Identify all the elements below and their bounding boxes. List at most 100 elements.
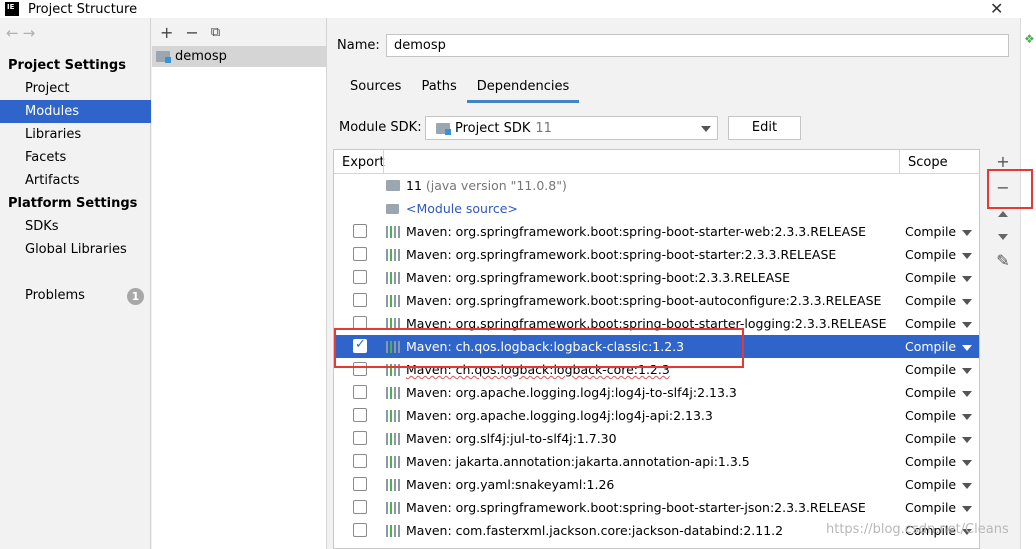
tab-dependencies[interactable]: Dependencies [466, 76, 580, 103]
export-checkbox[interactable] [353, 270, 367, 284]
export-checkbox[interactable] [353, 408, 367, 422]
chevron-down-icon[interactable] [962, 391, 972, 397]
export-checkbox[interactable] [353, 293, 367, 307]
add-module-icon[interactable]: + [160, 23, 173, 42]
table-row[interactable]: Maven: org.springframework.boot:spring-b… [334, 496, 979, 519]
edit-sdk-button[interactable]: Edit [728, 116, 801, 140]
module-details-panel: Name: demosp Sources Paths Dependencies … [328, 18, 1020, 549]
chevron-down-icon[interactable] [962, 414, 972, 420]
table-header: Export Scope [334, 150, 979, 174]
table-row[interactable]: Maven: org.apache.logging.log4j:log4j-ap… [334, 404, 979, 427]
module-tree-panel: + − ⧉ demosp [152, 18, 327, 549]
back-arrow-icon[interactable]: ← [6, 24, 23, 42]
export-checkbox[interactable] [353, 477, 367, 491]
export-checkbox[interactable] [353, 385, 367, 399]
scope-value[interactable]: Compile [905, 293, 956, 308]
table-row[interactable]: Maven: org.yaml:snakeyaml:1.26 Compile [334, 473, 979, 496]
table-row[interactable]: Maven: org.springframework.boot:spring-b… [334, 312, 979, 335]
export-checkbox[interactable] [353, 431, 367, 445]
chevron-down-icon[interactable] [962, 253, 972, 259]
maven-library-icon [386, 525, 402, 537]
export-checkbox[interactable] [353, 523, 367, 537]
scope-column-header[interactable]: Scope [908, 155, 948, 170]
export-checkbox[interactable] [353, 337, 367, 353]
chevron-down-icon[interactable] [962, 230, 972, 236]
scope-value[interactable]: Compile [905, 477, 956, 492]
module-sdk-version: 11 [535, 120, 552, 136]
tab-sources[interactable]: Sources [340, 76, 411, 103]
dependency-name: Maven: org.apache.logging.log4j:log4j-ap… [406, 408, 713, 423]
scope-value[interactable]: Compile [905, 500, 956, 515]
dependency-name: Maven: com.fasterxml.jackson.core:jackso… [406, 523, 784, 538]
table-row[interactable]: Maven: org.slf4j:jul-to-slf4j:1.7.30 Comp… [334, 427, 979, 450]
maven-library-icon [386, 226, 402, 238]
module-source-row[interactable]: <Module source> [334, 197, 979, 220]
sidebar-item-global-libraries[interactable]: Global Libraries [0, 238, 151, 261]
chevron-down-icon[interactable] [962, 368, 972, 374]
tab-paths[interactable]: Paths [411, 76, 466, 103]
export-column-header[interactable]: Export [342, 155, 385, 170]
copy-module-icon[interactable]: ⧉ [211, 25, 220, 40]
table-row[interactable]: Maven: jakarta.annotation:jakarta.annota… [334, 450, 979, 473]
dependencies-table: Export Scope 11 (java version "11.0.8") … [333, 149, 980, 549]
sidebar-item-modules[interactable]: Modules [0, 100, 151, 123]
add-dependency-button[interactable]: + [992, 151, 1014, 173]
scope-value[interactable]: Compile [905, 385, 956, 400]
export-checkbox[interactable] [353, 224, 367, 238]
scope-value[interactable]: Compile [905, 224, 956, 239]
maven-library-icon [386, 456, 402, 468]
chevron-down-icon[interactable] [962, 483, 972, 489]
scope-value[interactable]: Compile [905, 270, 956, 285]
remove-dependency-button[interactable]: − [992, 177, 1014, 199]
sdk-dependency-row[interactable]: 11 (java version "11.0.8") [334, 174, 979, 197]
dependency-name: Maven: jakarta.annotation:jakarta.annota… [406, 454, 750, 469]
chevron-down-icon[interactable] [962, 299, 972, 305]
scope-value[interactable]: Compile [905, 339, 956, 354]
sidebar-item-sdks[interactable]: SDKs [0, 215, 151, 238]
module-tree-item-demosp[interactable]: demosp [152, 46, 326, 67]
module-name-label: Name: [337, 38, 380, 53]
module-sdk-value: Project SDK [455, 120, 531, 136]
table-row[interactable]: Maven: org.apache.logging.log4j:log4j-to… [334, 381, 979, 404]
table-row[interactable]: Maven: org.springframework.boot:spring-b… [334, 220, 979, 243]
close-window-icon[interactable]: ✕ [990, 0, 1003, 18]
scope-value[interactable]: Compile [905, 247, 956, 262]
source-folder-icon [386, 204, 399, 214]
scope-value[interactable]: Compile [905, 454, 956, 469]
module-name-input[interactable]: demosp [386, 34, 1009, 57]
table-row[interactable]: Maven: ch.qos.logback:logback-classic:1.… [334, 335, 979, 358]
table-row[interactable]: Maven: org.springframework.boot:spring-b… [334, 289, 979, 312]
module-tree-item-label: demosp [175, 49, 227, 64]
export-checkbox[interactable] [353, 454, 367, 468]
move-down-button[interactable] [992, 226, 1014, 248]
chevron-down-icon[interactable] [962, 322, 972, 328]
sidebar-item-libraries[interactable]: Libraries [0, 123, 151, 146]
chevron-down-icon[interactable] [962, 506, 972, 512]
edit-dependency-button[interactable]: ✎ [992, 250, 1014, 272]
scope-value[interactable]: Compile [905, 362, 956, 377]
sidebar-item-artifacts[interactable]: Artifacts [0, 169, 151, 192]
scope-value[interactable]: Compile [905, 316, 956, 331]
forward-arrow-icon[interactable]: → [23, 24, 40, 42]
export-checkbox[interactable] [353, 247, 367, 261]
dependency-name: Maven: org.apache.logging.log4j:log4j-to… [406, 385, 737, 400]
chevron-down-icon[interactable] [962, 460, 972, 466]
chevron-down-icon[interactable] [962, 276, 972, 282]
intellij-logo-icon: IE [5, 2, 19, 16]
export-checkbox[interactable] [353, 316, 367, 330]
move-up-icon [998, 211, 1008, 217]
table-row[interactable]: Maven: org.springframework.boot:spring-b… [334, 266, 979, 289]
scope-value[interactable]: Compile [905, 408, 956, 423]
chevron-down-icon[interactable] [962, 437, 972, 443]
table-row[interactable]: Maven: ch.qos.logback:logback-core:1.2.3… [334, 358, 979, 381]
module-sdk-dropdown[interactable]: Project SDK 11 [425, 116, 718, 140]
move-up-button[interactable] [992, 203, 1014, 225]
export-checkbox[interactable] [353, 362, 367, 376]
table-row[interactable]: Maven: org.springframework.boot:spring-b… [334, 243, 979, 266]
export-checkbox[interactable] [353, 500, 367, 514]
sidebar-item-project[interactable]: Project [0, 77, 151, 100]
chevron-down-icon[interactable] [962, 345, 972, 351]
remove-module-icon[interactable]: − [185, 23, 198, 42]
sidebar-item-facets[interactable]: Facets [0, 146, 151, 169]
scope-value[interactable]: Compile [905, 431, 956, 446]
